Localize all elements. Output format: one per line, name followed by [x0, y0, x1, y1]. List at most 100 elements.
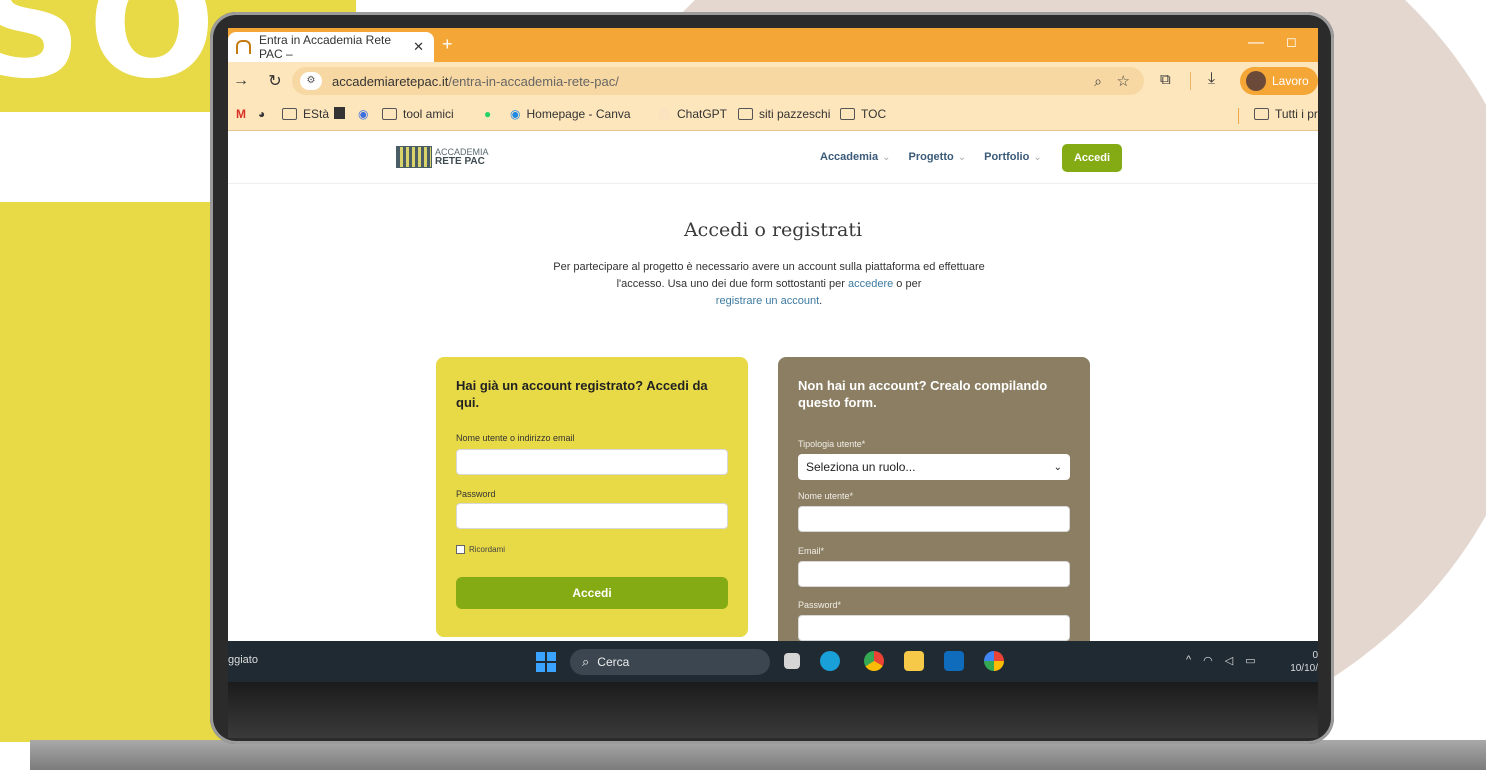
download-icon[interactable]: ⤓ — [1208, 70, 1215, 88]
taskbar-search[interactable]: ⌕ Cerca — [570, 649, 770, 675]
register-link[interactable]: registrare un account — [716, 295, 819, 307]
role-label: Tipologia utente* — [798, 439, 866, 449]
extensions-icon[interactable]: ⧉ — [1160, 71, 1171, 88]
username-label: Nome utente o indirizzo email — [456, 433, 575, 443]
role-selected-value: Seleziona un ruolo... — [806, 460, 916, 474]
file-explorer-icon[interactable] — [904, 651, 924, 671]
new-tab-button[interactable]: + — [442, 34, 453, 55]
laptop-screen: Entra in Accademia Rete PAC – ✕ + — ◻ → … — [228, 28, 1318, 682]
reg-username-label: Nome utente* — [798, 491, 854, 501]
tab-close-icon[interactable]: ✕ — [413, 39, 424, 55]
task-view-icon[interactable] — [784, 653, 800, 669]
laptop-base — [30, 740, 1486, 770]
browser-tab-bar: Entra in Accademia Rete PAC – ✕ + — ◻ — [228, 28, 1318, 62]
folder-icon — [1254, 108, 1269, 120]
bookmark-all[interactable]: Tutti i pr — [1254, 107, 1318, 121]
site-info-icon[interactable]: ⚙ — [300, 72, 322, 90]
remember-me-checkbox[interactable]: Ricordami — [456, 545, 505, 554]
checkbox-icon[interactable] — [456, 545, 465, 554]
login-submit-button[interactable]: Accedi — [456, 577, 728, 609]
login-link[interactable]: accedere — [848, 278, 893, 290]
bookmark-canva[interactable]: ◉ Homepage - Canva — [510, 107, 631, 121]
wifi-icon[interactable]: ◠ — [1203, 654, 1213, 667]
reg-password-label: Password* — [798, 600, 842, 610]
header-login-button[interactable]: Accedi — [1062, 144, 1122, 172]
reg-username-input[interactable] — [798, 506, 1070, 532]
folder-icon — [382, 108, 397, 120]
bookmark-tool-amici[interactable]: tool amici — [382, 107, 454, 121]
bookmark-toc[interactable]: TOC — [840, 107, 886, 121]
forward-icon[interactable]: → — [228, 72, 254, 90]
edge-icon[interactable] — [820, 651, 840, 671]
background-white-block — [0, 112, 212, 202]
password-label: Password — [456, 489, 496, 499]
outlook-icon[interactable] — [944, 651, 964, 671]
profile-button[interactable]: Lavoro — [1240, 67, 1318, 95]
forms-icon[interactable] — [334, 107, 345, 119]
windows-taskbar: ggiato ⌕ Cerca ^ ◠ ◁ ▭ 0 10/10/ — [228, 641, 1318, 682]
chevron-up-icon[interactable]: ^ — [1186, 654, 1191, 667]
battery-icon[interactable]: ▭ — [1245, 654, 1255, 667]
browser-tab[interactable]: Entra in Accademia Rete PAC – ✕ — [228, 32, 434, 62]
window-minimize-button[interactable]: — — [1248, 34, 1264, 52]
folder-icon — [840, 108, 855, 120]
url-text: accademiaretepac.it/entra-in-accademia-r… — [332, 73, 619, 89]
volume-icon[interactable]: ◁ — [1225, 654, 1233, 667]
bookmarks-separator — [1238, 108, 1239, 124]
profile-label: Lavoro — [1272, 74, 1309, 88]
chevron-down-icon: ⌄ — [1053, 461, 1062, 473]
chrome-like-icon[interactable]: ◕ — [258, 107, 265, 121]
laptop-keyboard-area — [228, 682, 1318, 738]
chatgpt-icon — [658, 107, 671, 121]
clock-time: 0 — [1312, 650, 1318, 661]
bookmark-star-icon[interactable]: ☆ — [1117, 72, 1130, 90]
login-form-card: Hai già un account registrato? Accedi da… — [436, 357, 748, 637]
zoom-icon[interactable]: ⌕ — [1094, 73, 1102, 90]
toolbar-separator — [1190, 72, 1191, 90]
taskbar-left-text: ggiato — [228, 654, 258, 666]
taskbar-clock[interactable]: 0 10/10/ — [1284, 649, 1318, 675]
register-form-card: Non hai un account? Crealo compilando qu… — [778, 357, 1090, 641]
site-header: ACCADEMIA RETE PAC Accademia ⌄ Progetto ⌄ P… — [228, 131, 1318, 184]
bookmark-chatgpt[interactable]: ChatGPT — [658, 107, 727, 121]
search-icon: ⌕ — [582, 654, 590, 669]
register-form-title: Non hai un account? Crealo compilando qu… — [798, 378, 1048, 410]
canva-icon: ◉ — [510, 107, 521, 121]
chevron-down-icon: ⌄ — [882, 152, 891, 163]
menu-item-portfolio[interactable]: Portfolio ⌄ — [984, 151, 1042, 163]
logo-mark-icon — [396, 146, 432, 168]
windows-start-icon[interactable] — [536, 652, 556, 672]
username-input[interactable] — [456, 449, 728, 475]
login-form-title: Hai già un account registrato? Accedi da… — [456, 378, 708, 410]
folder-icon — [282, 108, 297, 120]
chrome-canary-icon[interactable] — [984, 651, 1004, 671]
menu-item-progetto[interactable]: Progetto ⌄ — [908, 151, 966, 163]
whatsapp-icon[interactable]: ● — [484, 107, 491, 121]
role-select[interactable]: Seleziona un ruolo... ⌄ — [798, 454, 1070, 480]
site-menu: Accademia ⌄ Progetto ⌄ Portfolio ⌄ — [820, 151, 1042, 163]
site-logo[interactable]: ACCADEMIA RETE PAC — [396, 146, 489, 168]
taskbar-search-label: Cerca — [597, 655, 630, 669]
bookmarks-bar: M ◕ EStà ◉ tool amici ● ◉ Homepage - Canv… — [228, 100, 1318, 131]
chrome-icon[interactable] — [864, 651, 884, 671]
bookmark-esta[interactable]: EStà — [282, 107, 329, 121]
email-input[interactable] — [798, 561, 1070, 587]
password-input[interactable] — [456, 503, 728, 529]
chevron-down-icon: ⌄ — [1033, 152, 1042, 163]
reg-password-input[interactable] — [798, 615, 1070, 641]
clock-date: 10/10/ — [1290, 663, 1318, 674]
window-restore-button[interactable]: ◻ — [1286, 34, 1297, 50]
web-page: ACCADEMIA RETE PAC Accademia ⌄ Progetto ⌄ P… — [228, 131, 1318, 641]
page-title: Accedi o registrati — [683, 219, 863, 241]
chevron-down-icon: ⌄ — [957, 152, 967, 163]
site-favicon-icon — [236, 40, 251, 54]
gmail-icon[interactable]: M — [236, 107, 246, 121]
folder-icon — [738, 108, 753, 120]
menu-item-accademia[interactable]: Accademia ⌄ — [820, 151, 890, 163]
address-bar[interactable]: ⚙ accademiaretepac.it/entra-in-accademia… — [292, 67, 1144, 95]
blue-app-icon[interactable]: ◉ — [358, 107, 368, 121]
tab-title: Entra in Accademia Rete PAC – — [258, 33, 392, 61]
bookmark-siti-pazzeschi[interactable]: siti pazzeschi — [738, 107, 830, 121]
system-tray: ^ ◠ ◁ ▭ — [1186, 654, 1256, 667]
reload-icon[interactable]: ↻ — [262, 71, 288, 91]
